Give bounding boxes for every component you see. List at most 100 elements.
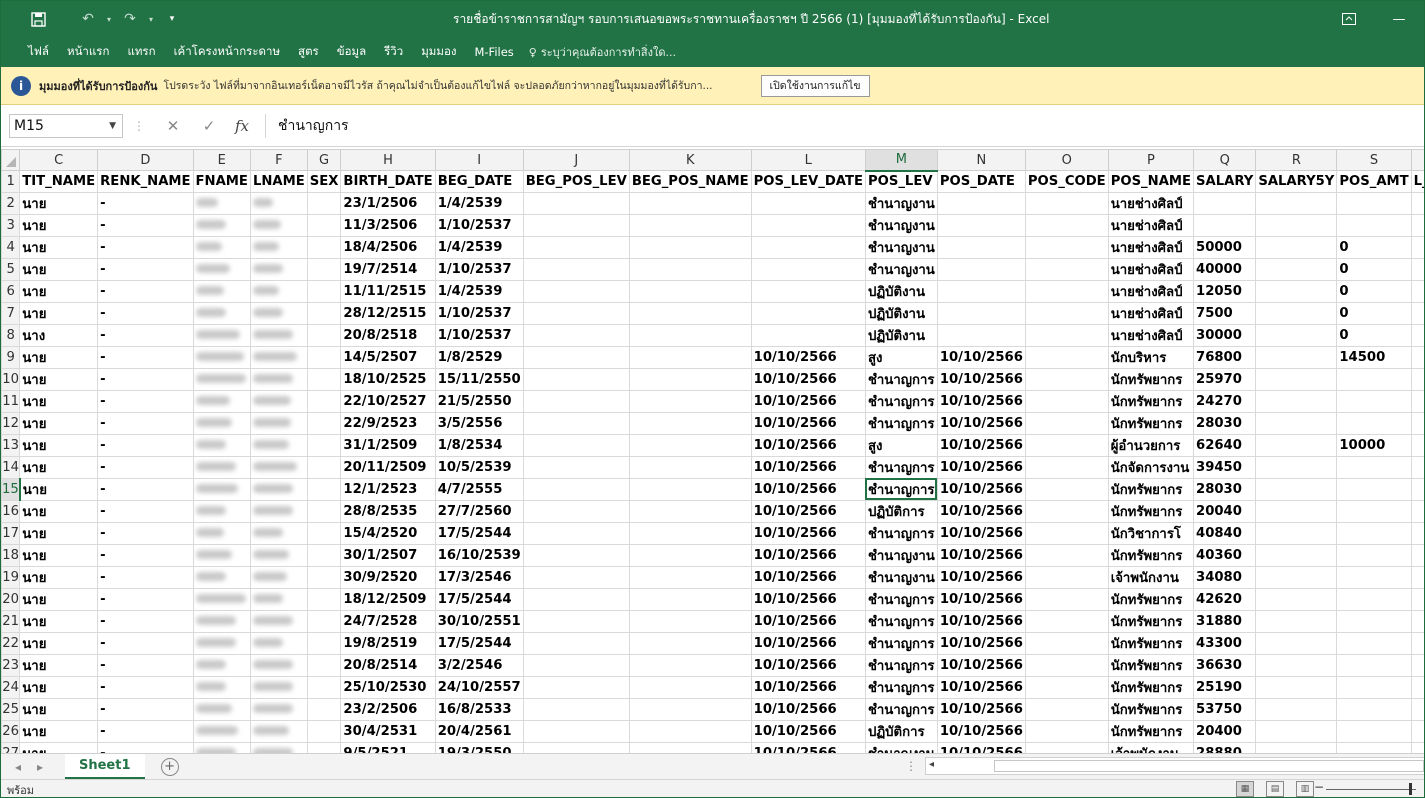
cell[interactable]: 17/5/2544 bbox=[434, 521, 524, 545]
cell[interactable]: นักทรัพยากร bbox=[1107, 675, 1195, 699]
cell[interactable] bbox=[1336, 499, 1412, 523]
tab-review[interactable]: รีวิว bbox=[375, 43, 412, 61]
row-header[interactable]: 21 bbox=[1, 609, 21, 633]
cell[interactable]: 10/10/2566 bbox=[750, 521, 866, 545]
cell[interactable] bbox=[1024, 741, 1109, 753]
header-cell[interactable]: SALARY bbox=[1193, 170, 1257, 193]
cell[interactable]: ชำนาญงาน bbox=[864, 191, 938, 215]
cell[interactable] bbox=[249, 675, 308, 699]
cell[interactable] bbox=[1255, 279, 1338, 303]
cell[interactable]: 0 bbox=[1336, 235, 1412, 259]
cell[interactable]: นาย bbox=[19, 301, 99, 325]
cell[interactable] bbox=[628, 191, 752, 215]
cell[interactable]: 10/10/2566 bbox=[936, 521, 1026, 545]
row-header[interactable]: 6 bbox=[1, 279, 21, 303]
cell[interactable]: 30/9/2520 bbox=[340, 565, 436, 589]
cell[interactable]: นาย bbox=[19, 257, 99, 281]
cell[interactable] bbox=[628, 565, 752, 589]
tab-formulas[interactable]: สูตร bbox=[289, 43, 328, 61]
cell[interactable] bbox=[192, 477, 251, 501]
header-cell[interactable]: BEG_POS_LEV bbox=[522, 170, 630, 193]
cell[interactable] bbox=[306, 565, 342, 589]
cell[interactable]: 11/3/2506 bbox=[340, 213, 436, 237]
cell[interactable] bbox=[249, 741, 308, 753]
header-cell[interactable]: POS_LEV bbox=[864, 170, 938, 193]
cell[interactable]: ปฏิบัติงาน bbox=[864, 301, 938, 325]
cell[interactable]: ชำนาญงาน bbox=[864, 565, 938, 589]
cell[interactable] bbox=[628, 631, 752, 655]
cell[interactable] bbox=[1336, 455, 1412, 479]
cell[interactable] bbox=[1410, 301, 1424, 325]
cell[interactable]: นายช่างศิลป์ bbox=[1107, 257, 1195, 281]
cell[interactable]: 17/5/2544 bbox=[434, 631, 524, 655]
cell[interactable] bbox=[1410, 741, 1424, 753]
cell[interactable]: 9/5/2521 bbox=[340, 741, 436, 753]
cell[interactable]: นักทรัพยากร bbox=[1107, 697, 1195, 721]
cell[interactable] bbox=[1336, 543, 1412, 567]
cell[interactable]: 30000 bbox=[1193, 323, 1257, 347]
cell[interactable] bbox=[306, 433, 342, 457]
cell[interactable]: ชำนาญการ bbox=[864, 411, 938, 435]
cell[interactable] bbox=[1255, 389, 1338, 413]
cell[interactable] bbox=[249, 257, 308, 281]
cell[interactable]: 10/5/2539 bbox=[434, 455, 524, 479]
cell[interactable]: 10/10/2566 bbox=[750, 741, 866, 753]
cell[interactable] bbox=[1024, 455, 1109, 479]
cell[interactable] bbox=[1024, 279, 1109, 303]
cell[interactable] bbox=[306, 345, 342, 369]
minimize-icon[interactable]: — bbox=[1374, 1, 1424, 37]
cell[interactable] bbox=[249, 609, 308, 633]
cell[interactable]: 1/10/2537 bbox=[434, 213, 524, 237]
cell[interactable] bbox=[522, 213, 630, 237]
cell[interactable] bbox=[249, 697, 308, 721]
column-header[interactable]: O bbox=[1024, 149, 1109, 172]
cell[interactable] bbox=[522, 389, 630, 413]
cell[interactable] bbox=[522, 191, 630, 215]
scroll-thumb[interactable] bbox=[994, 760, 1424, 772]
cell[interactable] bbox=[306, 631, 342, 655]
cell[interactable]: - bbox=[97, 389, 194, 413]
zoom-slider[interactable]: − bbox=[1314, 780, 1416, 795]
cell[interactable] bbox=[1410, 433, 1424, 457]
cell[interactable] bbox=[306, 455, 342, 479]
column-header[interactable]: E bbox=[192, 149, 251, 172]
formula-input[interactable]: ชำนาญการ bbox=[265, 113, 1424, 138]
cell[interactable]: 62640 bbox=[1193, 433, 1257, 457]
cell[interactable] bbox=[1255, 609, 1338, 633]
normal-view-icon[interactable]: ▦ bbox=[1236, 781, 1254, 797]
name-box-dropdown-icon[interactable]: ▼ bbox=[109, 121, 116, 131]
cell[interactable] bbox=[1255, 455, 1338, 479]
cell[interactable] bbox=[1255, 719, 1338, 743]
cell[interactable] bbox=[192, 345, 251, 369]
cell[interactable]: 0 bbox=[1336, 279, 1412, 303]
cell[interactable]: 31/1/2509 bbox=[340, 433, 436, 457]
cell[interactable] bbox=[192, 301, 251, 325]
enable-editing-button[interactable]: เปิดใช้งานการแก้ไข bbox=[760, 74, 870, 97]
cell[interactable]: 42620 bbox=[1193, 587, 1257, 611]
cell[interactable] bbox=[1336, 411, 1412, 435]
cell[interactable] bbox=[522, 411, 630, 435]
cell[interactable] bbox=[192, 213, 251, 237]
cell[interactable] bbox=[1255, 675, 1338, 699]
cell[interactable]: 0 bbox=[1336, 323, 1412, 347]
row-header[interactable]: 3 bbox=[1, 213, 21, 237]
cell[interactable] bbox=[1255, 741, 1338, 753]
cell[interactable]: 10/10/2566 bbox=[750, 411, 866, 435]
cell[interactable]: 76800 bbox=[1193, 345, 1257, 369]
cell[interactable] bbox=[192, 741, 251, 753]
cell[interactable] bbox=[1336, 389, 1412, 413]
cell[interactable]: - bbox=[97, 433, 194, 457]
cell[interactable] bbox=[249, 323, 308, 347]
cell[interactable]: 28880 bbox=[1193, 741, 1257, 753]
cell[interactable]: ผู้อำนวยการ bbox=[1107, 433, 1195, 457]
cell[interactable]: นักบริหาร bbox=[1107, 345, 1195, 369]
cell[interactable]: 31880 bbox=[1193, 609, 1257, 633]
cell[interactable] bbox=[628, 499, 752, 523]
cell[interactable] bbox=[1336, 565, 1412, 589]
row-header[interactable]: 10 bbox=[1, 367, 21, 391]
cell[interactable]: 14/5/2507 bbox=[340, 345, 436, 369]
cell[interactable] bbox=[522, 521, 630, 545]
cell[interactable] bbox=[1410, 543, 1424, 567]
cell[interactable]: 19/3/2550 bbox=[434, 741, 524, 753]
cell[interactable]: - bbox=[97, 455, 194, 479]
